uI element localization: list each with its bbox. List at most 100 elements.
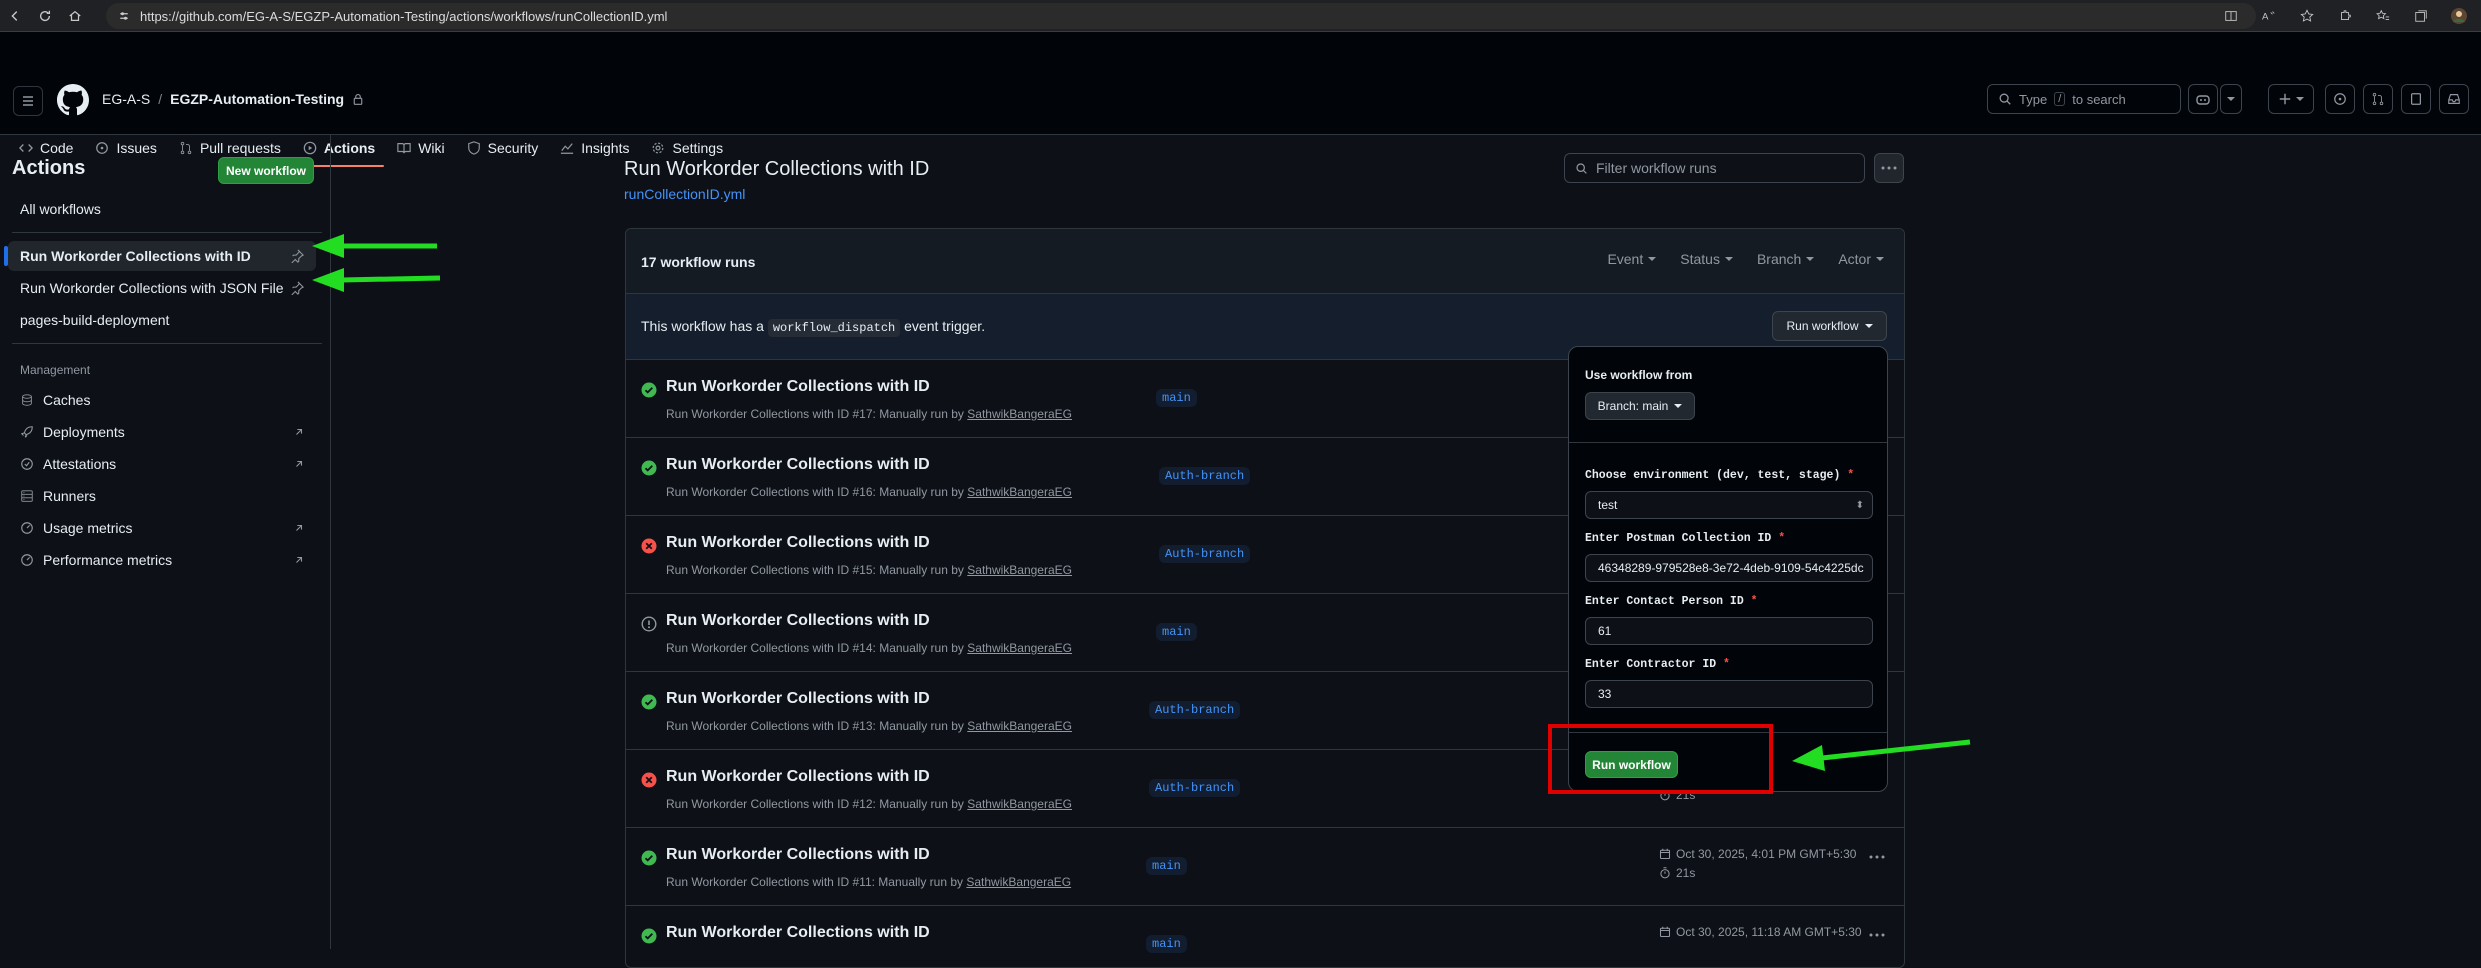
filter-label: Actor bbox=[1838, 251, 1871, 267]
sidebar-item-performance-metrics[interactable]: Performance metrics bbox=[8, 545, 316, 575]
tab-label: Security bbox=[487, 140, 539, 156]
branch-badge[interactable]: Auth-branch bbox=[1159, 467, 1251, 485]
contractor-label-text: Enter Contractor ID bbox=[1585, 658, 1717, 671]
branch-badge[interactable]: main bbox=[1156, 389, 1197, 407]
run-title[interactable]: Run Workorder Collections with ID bbox=[666, 612, 930, 630]
run-sub-text: Run Workorder Collections with ID #15: M… bbox=[666, 563, 964, 577]
kebab-menu-icon[interactable] bbox=[1874, 153, 1904, 183]
menu-icon[interactable] bbox=[13, 86, 43, 116]
run-date: Oct 30, 2025, 11:18 AM GMT+5:30 bbox=[1659, 925, 1862, 939]
actor-link[interactable]: SathwikBangeraEG bbox=[967, 407, 1072, 421]
contractor-id-input[interactable]: 33 bbox=[1585, 680, 1873, 708]
actor-filter-dropdown[interactable]: Actor bbox=[1838, 251, 1884, 267]
github-logo-icon[interactable] bbox=[57, 84, 89, 116]
favorite-star-icon[interactable] bbox=[2293, 1, 2321, 31]
sidebar-item-workflow-json[interactable]: Run Workorder Collections with JSON File bbox=[8, 273, 316, 303]
run-subtitle: Run Workorder Collections with ID #17: M… bbox=[666, 407, 1072, 421]
create-new-icon[interactable] bbox=[2268, 84, 2314, 114]
success-status-icon bbox=[641, 850, 657, 866]
sidebar-item-all-workflows[interactable]: All workflows bbox=[8, 194, 316, 224]
workflow-title: Run Workorder Collections with ID bbox=[624, 158, 930, 180]
sidebar-divider bbox=[12, 232, 322, 233]
run-title[interactable]: Run Workorder Collections with ID bbox=[666, 456, 930, 474]
event-filter-dropdown[interactable]: Event bbox=[1607, 251, 1657, 267]
sidebar-item-caches[interactable]: Caches bbox=[8, 385, 316, 415]
branch-badge[interactable]: Auth-branch bbox=[1159, 545, 1251, 563]
trigger-prefix: This workflow has a bbox=[641, 318, 764, 334]
run-duration-text: 21s bbox=[1676, 866, 1696, 880]
actor-link[interactable]: SathwikBangeraEG bbox=[967, 485, 1072, 499]
sidebar-item-runners[interactable]: Runners bbox=[8, 481, 316, 511]
tab-security[interactable]: Security bbox=[458, 130, 548, 166]
actor-link[interactable]: SathwikBangeraEG bbox=[966, 875, 1071, 889]
sidebar-item-deployments[interactable]: Deployments bbox=[8, 417, 316, 447]
collection-id-input[interactable]: 46348289-979528e8-3e72-4deb-9109-54c4225… bbox=[1585, 554, 1873, 582]
run-title[interactable]: Run Workorder Collections with ID bbox=[666, 378, 930, 396]
run-workflow-dropdown-button[interactable]: Run workflow bbox=[1772, 311, 1887, 341]
repo-link[interactable]: EGZP-Automation-Testing bbox=[170, 91, 344, 107]
branch-badge[interactable]: main bbox=[1146, 935, 1187, 953]
filter-runs-input[interactable]: Filter workflow runs bbox=[1564, 153, 1865, 183]
branch-badge[interactable]: Auth-branch bbox=[1149, 779, 1241, 797]
sidebar-item-pages-build[interactable]: pages-build-deployment bbox=[8, 305, 316, 335]
favorites-icon[interactable] bbox=[2369, 1, 2397, 31]
sidebar-item-workflow-id[interactable]: Run Workorder Collections with ID bbox=[4, 241, 316, 271]
read-aloud-icon[interactable]: A bbox=[2255, 1, 2283, 31]
pull-requests-icon[interactable] bbox=[2363, 84, 2393, 114]
kebab-menu-icon[interactable] bbox=[1869, 933, 1885, 937]
run-title[interactable]: Run Workorder Collections with ID bbox=[666, 924, 930, 942]
actor-link[interactable]: SathwikBangeraEG bbox=[967, 641, 1072, 655]
actor-link[interactable]: SathwikBangeraEG bbox=[967, 797, 1072, 811]
calendar-icon bbox=[1659, 926, 1671, 938]
owner-link[interactable]: EG-A-S bbox=[102, 91, 150, 107]
status-filter-dropdown[interactable]: Status bbox=[1680, 251, 1733, 267]
breadcrumb-separator: / bbox=[158, 91, 163, 107]
run-title[interactable]: Run Workorder Collections with ID bbox=[666, 846, 930, 864]
pin-icon[interactable] bbox=[290, 281, 304, 295]
branch-badge[interactable]: main bbox=[1146, 857, 1187, 875]
sidebar-item-usage-metrics[interactable]: Usage metrics bbox=[8, 513, 316, 543]
tab-wiki[interactable]: Wiki bbox=[388, 130, 453, 166]
run-title[interactable]: Run Workorder Collections with ID bbox=[666, 690, 930, 708]
run-title[interactable]: Run Workorder Collections with ID bbox=[666, 534, 930, 552]
home-icon[interactable] bbox=[60, 1, 90, 31]
global-search-input[interactable]: Type / to search bbox=[1987, 84, 2181, 114]
new-workflow-button[interactable]: New workflow bbox=[218, 157, 314, 184]
contact-person-id-input[interactable]: 61 bbox=[1585, 617, 1873, 645]
branch-badge[interactable]: main bbox=[1156, 623, 1197, 641]
sidebar-item-attestations[interactable]: Attestations bbox=[8, 449, 316, 479]
actor-link[interactable]: SathwikBangeraEG bbox=[967, 719, 1072, 733]
branch-filter-dropdown[interactable]: Branch bbox=[1757, 251, 1815, 267]
sidebar-item-label: Attestations bbox=[43, 456, 117, 472]
github-header: EG-A-S / EGZP-Automation-Testing Type / … bbox=[0, 32, 2481, 167]
trigger-code: workflow_dispatch bbox=[767, 319, 901, 337]
site-info-icon[interactable] bbox=[118, 10, 130, 22]
workflow-file-link[interactable]: runCollectionID.yml bbox=[624, 186, 745, 202]
copilot-icon[interactable] bbox=[2188, 84, 2218, 114]
profile-avatar-icon[interactable] bbox=[2445, 1, 2473, 31]
sidebar-item-label: pages-build-deployment bbox=[20, 312, 170, 328]
collections-icon[interactable] bbox=[2407, 1, 2435, 31]
address-bar[interactable]: https://github.com/EG-A-S/EGZP-Automatio… bbox=[106, 3, 2256, 29]
kebab-menu-icon[interactable] bbox=[1869, 855, 1885, 859]
collection-label-text: Enter Postman Collection ID bbox=[1585, 532, 1772, 545]
rocket-icon bbox=[20, 425, 34, 439]
meter-icon bbox=[20, 553, 34, 567]
actor-link[interactable]: SathwikBangeraEG bbox=[967, 563, 1072, 577]
back-icon[interactable] bbox=[0, 1, 30, 31]
table-row[interactable]: Run Workorder Collections with ID Run Wor… bbox=[626, 828, 1904, 906]
copilot-menu-chevron-icon[interactable] bbox=[2220, 84, 2242, 114]
extensions-icon[interactable] bbox=[2331, 1, 2359, 31]
run-title[interactable]: Run Workorder Collections with ID bbox=[666, 768, 930, 786]
tab-label: Wiki bbox=[418, 140, 445, 156]
branch-select-button[interactable]: Branch: main bbox=[1585, 392, 1695, 420]
issues-icon[interactable] bbox=[2325, 84, 2355, 114]
environment-select[interactable]: test ⬍ bbox=[1585, 491, 1873, 519]
reload-icon[interactable] bbox=[30, 1, 60, 31]
table-row[interactable]: Run Workorder Collections with ID main Oct… bbox=[626, 906, 1904, 967]
inbox-icon[interactable] bbox=[2439, 84, 2469, 114]
pin-icon[interactable] bbox=[290, 249, 304, 263]
repositories-icon[interactable] bbox=[2401, 84, 2431, 114]
reader-icon[interactable] bbox=[2217, 1, 2245, 31]
branch-badge[interactable]: Auth-branch bbox=[1149, 701, 1241, 719]
